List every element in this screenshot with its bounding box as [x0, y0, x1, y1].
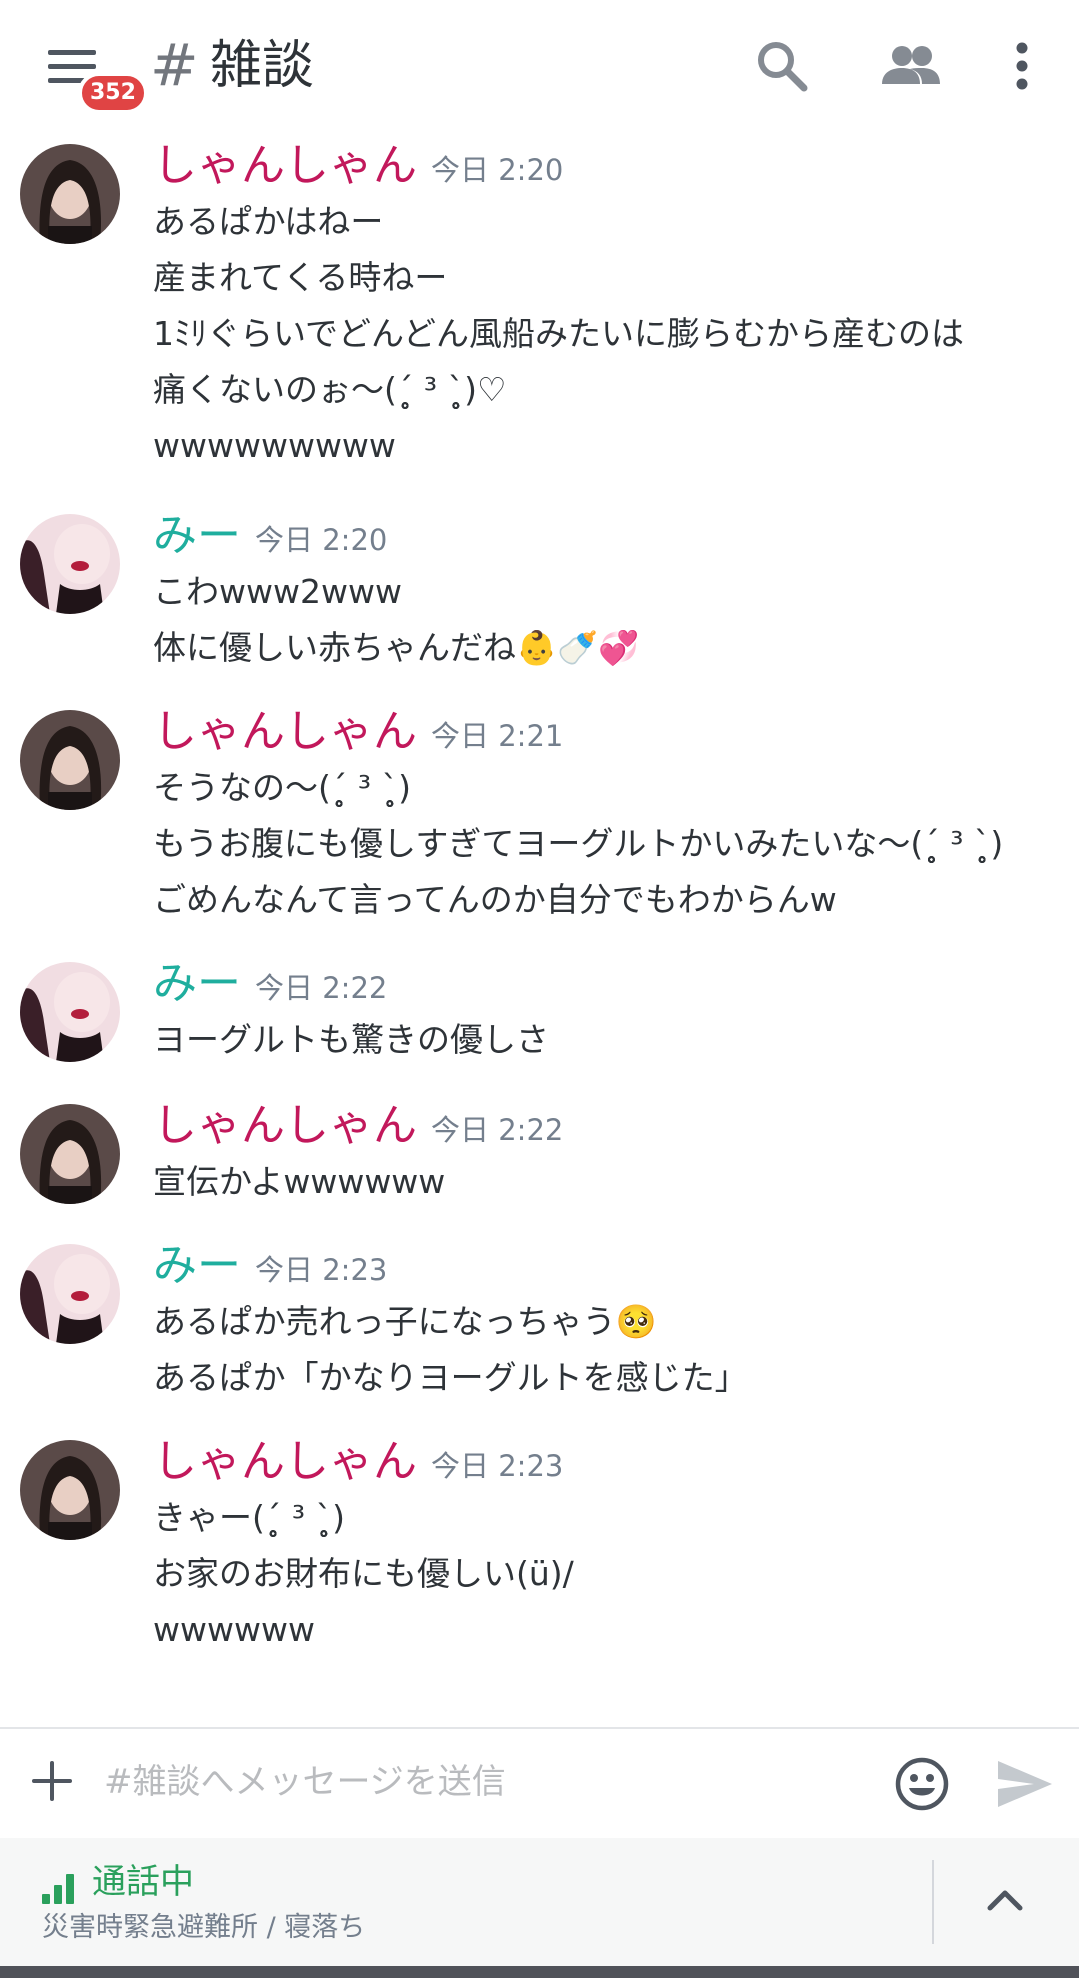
- message-content: あるぱかはねー 産まれてくる時ねー 1ﾐﾘぐらいでどんどん風船みたいに膨らむから…: [153, 194, 1073, 474]
- avatar-image: [20, 514, 120, 614]
- channel-header: 352 # 雑談: [0, 0, 1079, 134]
- message-line: 産まれてくる時ねー: [153, 258, 448, 297]
- emoji-icon[interactable]: [894, 1756, 950, 1812]
- timestamp: 今日 2:20: [255, 523, 388, 557]
- channel-title: 雑談: [210, 36, 315, 96]
- author-name[interactable]: みー: [153, 510, 241, 561]
- message-line: 痛くないのぉ〜(ˊ̥̥̥̥̥ ³ ˋ̥̥̥̥̥)♡: [153, 370, 507, 409]
- message-line: お家のお財布にも優しい(ü)/: [153, 1554, 574, 1593]
- channel-hash-icon: #: [150, 31, 199, 99]
- message-header: しゃんしゃん 今日 2:22: [153, 1098, 563, 1154]
- chevron-up-icon[interactable]: [980, 1876, 1030, 1926]
- hamburger-menu-icon: [48, 50, 96, 55]
- voice-connection-bar: 通話中 災害時緊急避難所 / 寝落ち: [0, 1838, 1079, 1966]
- avatar-image: [20, 1104, 120, 1204]
- timestamp: 今日 2:23: [255, 1253, 388, 1287]
- message-header: しゃんしゃん 今日 2:23: [153, 1434, 563, 1490]
- unread-badge: 352: [78, 72, 148, 114]
- avatar-shanshan[interactable]: [20, 1104, 120, 1204]
- message-content: そうなの〜(ˊ̥̥̥̥̥ ³ ˋ̥̥̥̥̥) もうお腹にも優しすぎてヨーグルトか…: [153, 760, 1073, 928]
- voice-status: 通話中: [92, 1862, 194, 1902]
- divider: [932, 1860, 934, 1944]
- message-line: こわwww2www: [153, 572, 402, 611]
- voice-channel-name: 災害時緊急避難所 / 寝落ち: [42, 1912, 366, 1943]
- message-content: あるぱか売れっ子になっちゃう🥺 あるぱか「かなりヨーグルトを感じた」: [153, 1294, 1073, 1406]
- plus-icon[interactable]: [30, 1759, 74, 1803]
- timestamp: 今日 2:22: [431, 1113, 564, 1147]
- message-input[interactable]: [104, 1749, 864, 1815]
- timestamp: 今日 2:23: [431, 1449, 564, 1483]
- message-line: あるぱか「かなりヨーグルトを感じた」: [153, 1358, 748, 1397]
- message-line: もうお腹にも優しすぎてヨーグルトかいみたいな〜(ˊ̥̥̥̥̥ ³ ˋ̥̥̥̥̥): [153, 824, 1004, 863]
- message-line: ごめんなんて言ってんのか自分でもわからんw: [153, 880, 837, 919]
- author-name[interactable]: しゃんしゃん: [153, 1100, 417, 1151]
- timestamp: 今日 2:20: [431, 153, 564, 187]
- signal-bars-icon: [42, 1874, 74, 1904]
- message-line: wwwwww: [153, 1610, 315, 1649]
- search-icon[interactable]: [752, 36, 812, 96]
- message-line: 体に優しい赤ちゃんだね👶🍼💞: [153, 628, 640, 667]
- avatar-image: [20, 1244, 120, 1344]
- more-vertical-icon[interactable]: [1002, 36, 1042, 96]
- message-header: みー 今日 2:20: [153, 508, 387, 564]
- message-content: 宣伝かよwwwwww: [153, 1154, 1073, 1210]
- message-header: みー 今日 2:23: [153, 1238, 387, 1294]
- avatar-shanshan[interactable]: [20, 144, 120, 244]
- message-line: wwwwwwwww: [153, 426, 396, 465]
- author-name[interactable]: しゃんしゃん: [153, 1436, 417, 1487]
- message-content: ヨーグルトも驚きの優しさ: [153, 1012, 1073, 1068]
- message-header: しゃんしゃん 今日 2:20: [153, 138, 563, 194]
- message-composer: [0, 1727, 1079, 1837]
- avatar-shanshan[interactable]: [20, 710, 120, 810]
- members-icon[interactable]: [880, 36, 942, 96]
- author-name[interactable]: しゃんしゃん: [153, 706, 417, 757]
- author-name[interactable]: みー: [153, 1240, 241, 1291]
- timestamp: 今日 2:21: [431, 719, 564, 753]
- avatar-image: [20, 1440, 120, 1540]
- message-list[interactable]: しゃんしゃん 今日 2:20 あるぱかはねー 産まれてくる時ねー 1ﾐﾘぐらいでど…: [0, 134, 1079, 1724]
- avatar-mii[interactable]: [20, 962, 120, 1062]
- avatar-image: [20, 962, 120, 1062]
- message-line: ヨーグルトも驚きの優しさ: [153, 1020, 549, 1059]
- system-nav-strip: [0, 1966, 1079, 1978]
- message-content: きゃー(ˊ̥̥̥̥̥ ³ ˋ̥̥̥̥̥) お家のお財布にも優しい(ü)/ www…: [153, 1490, 1073, 1658]
- avatar-mii[interactable]: [20, 514, 120, 614]
- hamburger-menu-icon-bar: [48, 64, 96, 69]
- avatar-image: [20, 710, 120, 810]
- message-line: きゃー(ˊ̥̥̥̥̥ ³ ˋ̥̥̥̥̥): [153, 1498, 345, 1537]
- message-header: みー 今日 2:22: [153, 956, 387, 1012]
- avatar-mii[interactable]: [20, 1244, 120, 1344]
- message-line: そうなの〜(ˊ̥̥̥̥̥ ³ ˋ̥̥̥̥̥): [153, 768, 411, 807]
- message-content: こわwww2www 体に優しい赤ちゃんだね👶🍼💞: [153, 564, 1073, 676]
- author-name[interactable]: しゃんしゃん: [153, 140, 417, 191]
- message-header: しゃんしゃん 今日 2:21: [153, 704, 563, 760]
- avatar-shanshan[interactable]: [20, 1440, 120, 1540]
- author-name[interactable]: みー: [153, 958, 241, 1009]
- timestamp: 今日 2:22: [255, 971, 388, 1005]
- message-line: あるぱか売れっ子になっちゃう🥺: [153, 1302, 657, 1341]
- message-line: 1ﾐﾘぐらいでどんどん風船みたいに膨らむから産むのは: [153, 314, 965, 353]
- message-line: あるぱかはねー: [153, 202, 384, 241]
- send-icon[interactable]: [996, 1759, 1054, 1809]
- message-line: 宣伝かよwwwwww: [153, 1162, 446, 1201]
- avatar-image: [20, 144, 120, 244]
